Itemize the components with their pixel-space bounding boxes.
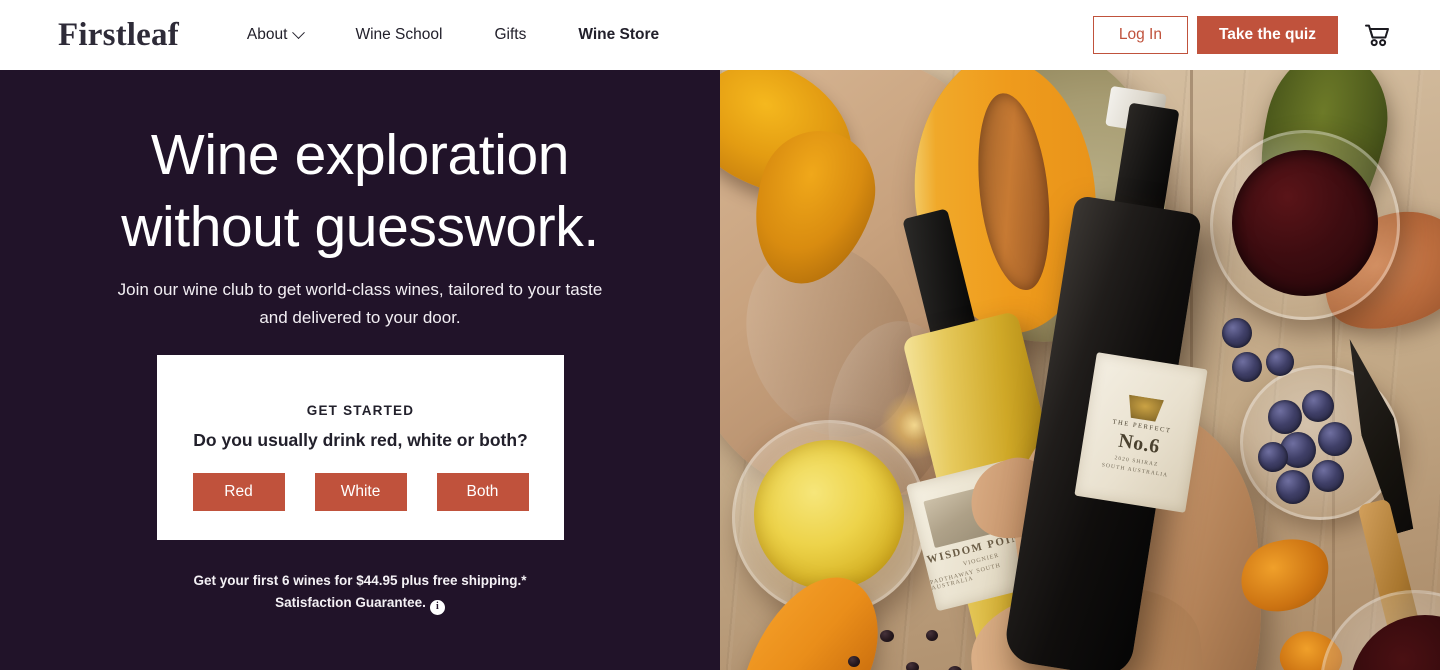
nav-item-about[interactable]: About <box>221 25 330 44</box>
nav-item-gifts[interactable]: Gifts <box>468 26 552 44</box>
firstleaf-logo[interactable]: Firstleaf <box>58 18 179 52</box>
get-started-card: GET STARTED Do you usually drink red, wh… <box>157 355 564 540</box>
hero-photo: WISDOM POINT VIOGNIER PADTHAWAY SOUTH AU… <box>720 70 1440 670</box>
nav-item-wine-school-label: Wine School <box>355 26 443 43</box>
footnote-offer-text: Get your first 6 wines for $44.95 plus f… <box>193 573 527 588</box>
hero-title-line-1: Wine exploration <box>150 123 570 187</box>
chevron-down-icon <box>292 25 306 39</box>
hero-section: Wine exploration without guesswork. Join… <box>0 70 1440 670</box>
photo-dark-label-crest <box>1121 389 1169 424</box>
card-eyebrow: GET STARTED <box>306 403 415 418</box>
site-header: Firstleaf About Wine School Gifts Wine S… <box>0 0 1440 70</box>
nav-item-wine-store-label: Wine Store <box>578 26 660 43</box>
nav-item-about-label: About <box>246 26 288 43</box>
nav-item-wine-school[interactable]: Wine School <box>329 26 468 44</box>
footnote-guarantee-text: Satisfaction Guarantee. <box>275 595 426 611</box>
log-in-button[interactable]: Log In <box>1092 16 1188 54</box>
photo-dark-label-number: No.6 <box>1117 429 1162 458</box>
photo-red-wine-liquid <box>1232 150 1378 296</box>
photo-white-wine-liquid <box>754 440 904 590</box>
nav-item-gifts-label: Gifts <box>494 26 527 43</box>
page-title: Wine exploration without guesswork. <box>0 120 720 264</box>
photo-dark-label-region: SOUTH AUSTRALIA <box>1101 461 1169 479</box>
hero-title-line-2: without guesswork. <box>121 194 599 259</box>
header-actions: Log In Take the quiz <box>1092 0 1440 70</box>
choice-red-button[interactable]: Red <box>192 473 285 511</box>
primary-nav: About Wine School Gifts Wine Store <box>221 25 685 44</box>
choice-both-button[interactable]: Both <box>436 473 529 511</box>
nav-item-wine-store[interactable]: Wine Store <box>552 26 685 44</box>
hero-footnote: Get your first 6 wines for $44.95 plus f… <box>60 570 660 616</box>
card-question: Do you usually drink red, white or both? <box>193 430 528 450</box>
photo-dark-bottle-label: THE PERFECT No.6 2020 SHIRAZ SOUTH AUSTR… <box>1074 352 1208 513</box>
hero-content: Wine exploration without guesswork. Join… <box>0 70 720 670</box>
wine-preference-choices: Red White Both <box>192 473 529 511</box>
hero-subtitle: Join our wine club to get world-class wi… <box>117 280 603 327</box>
take-the-quiz-button[interactable]: Take the quiz <box>1196 16 1338 54</box>
shopping-cart-icon[interactable] <box>1364 22 1390 48</box>
info-circle-icon[interactable]: i <box>429 600 445 616</box>
choice-white-button[interactable]: White <box>314 473 407 511</box>
